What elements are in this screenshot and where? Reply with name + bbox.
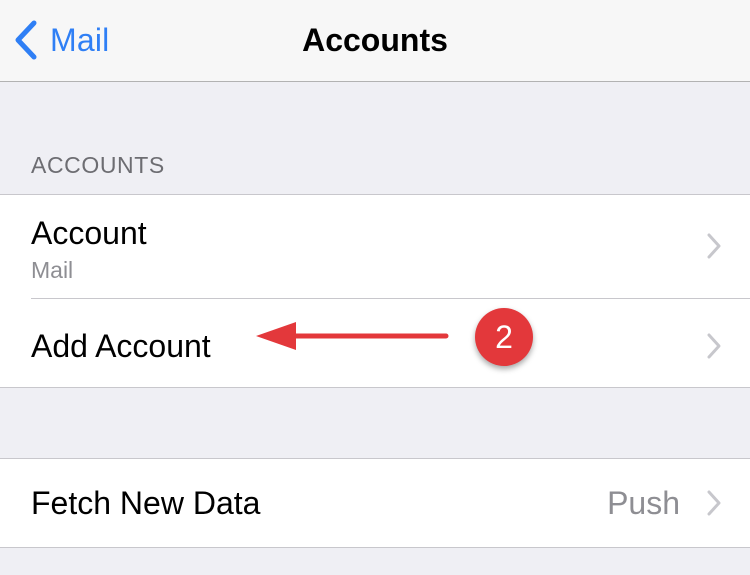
account-row[interactable]: Account Mail — [0, 195, 750, 298]
fetch-new-data-row[interactable]: Fetch New Data Push — [0, 459, 750, 547]
fetch-new-data-row-title: Fetch New Data — [31, 485, 261, 521]
page-title: Accounts — [302, 22, 448, 58]
add-account-row[interactable]: Add Account — [0, 298, 750, 388]
step-number-badge: 2 — [475, 308, 533, 366]
section-header-accounts: ACCOUNTS — [31, 152, 165, 178]
chevron-right-icon — [706, 489, 722, 522]
account-row-title: Account — [31, 215, 147, 251]
navigation-bar: Mail Accounts — [0, 0, 750, 82]
fetch-group: Fetch New Data Push — [0, 458, 750, 548]
fetch-new-data-value: Push — [607, 485, 680, 521]
chevron-right-icon — [706, 232, 722, 265]
add-account-row-title: Add Account — [31, 328, 211, 364]
chevron-right-icon — [706, 332, 722, 365]
accounts-group: Account Mail Add Account — [0, 194, 750, 388]
account-row-subtitle: Mail — [31, 257, 74, 283]
